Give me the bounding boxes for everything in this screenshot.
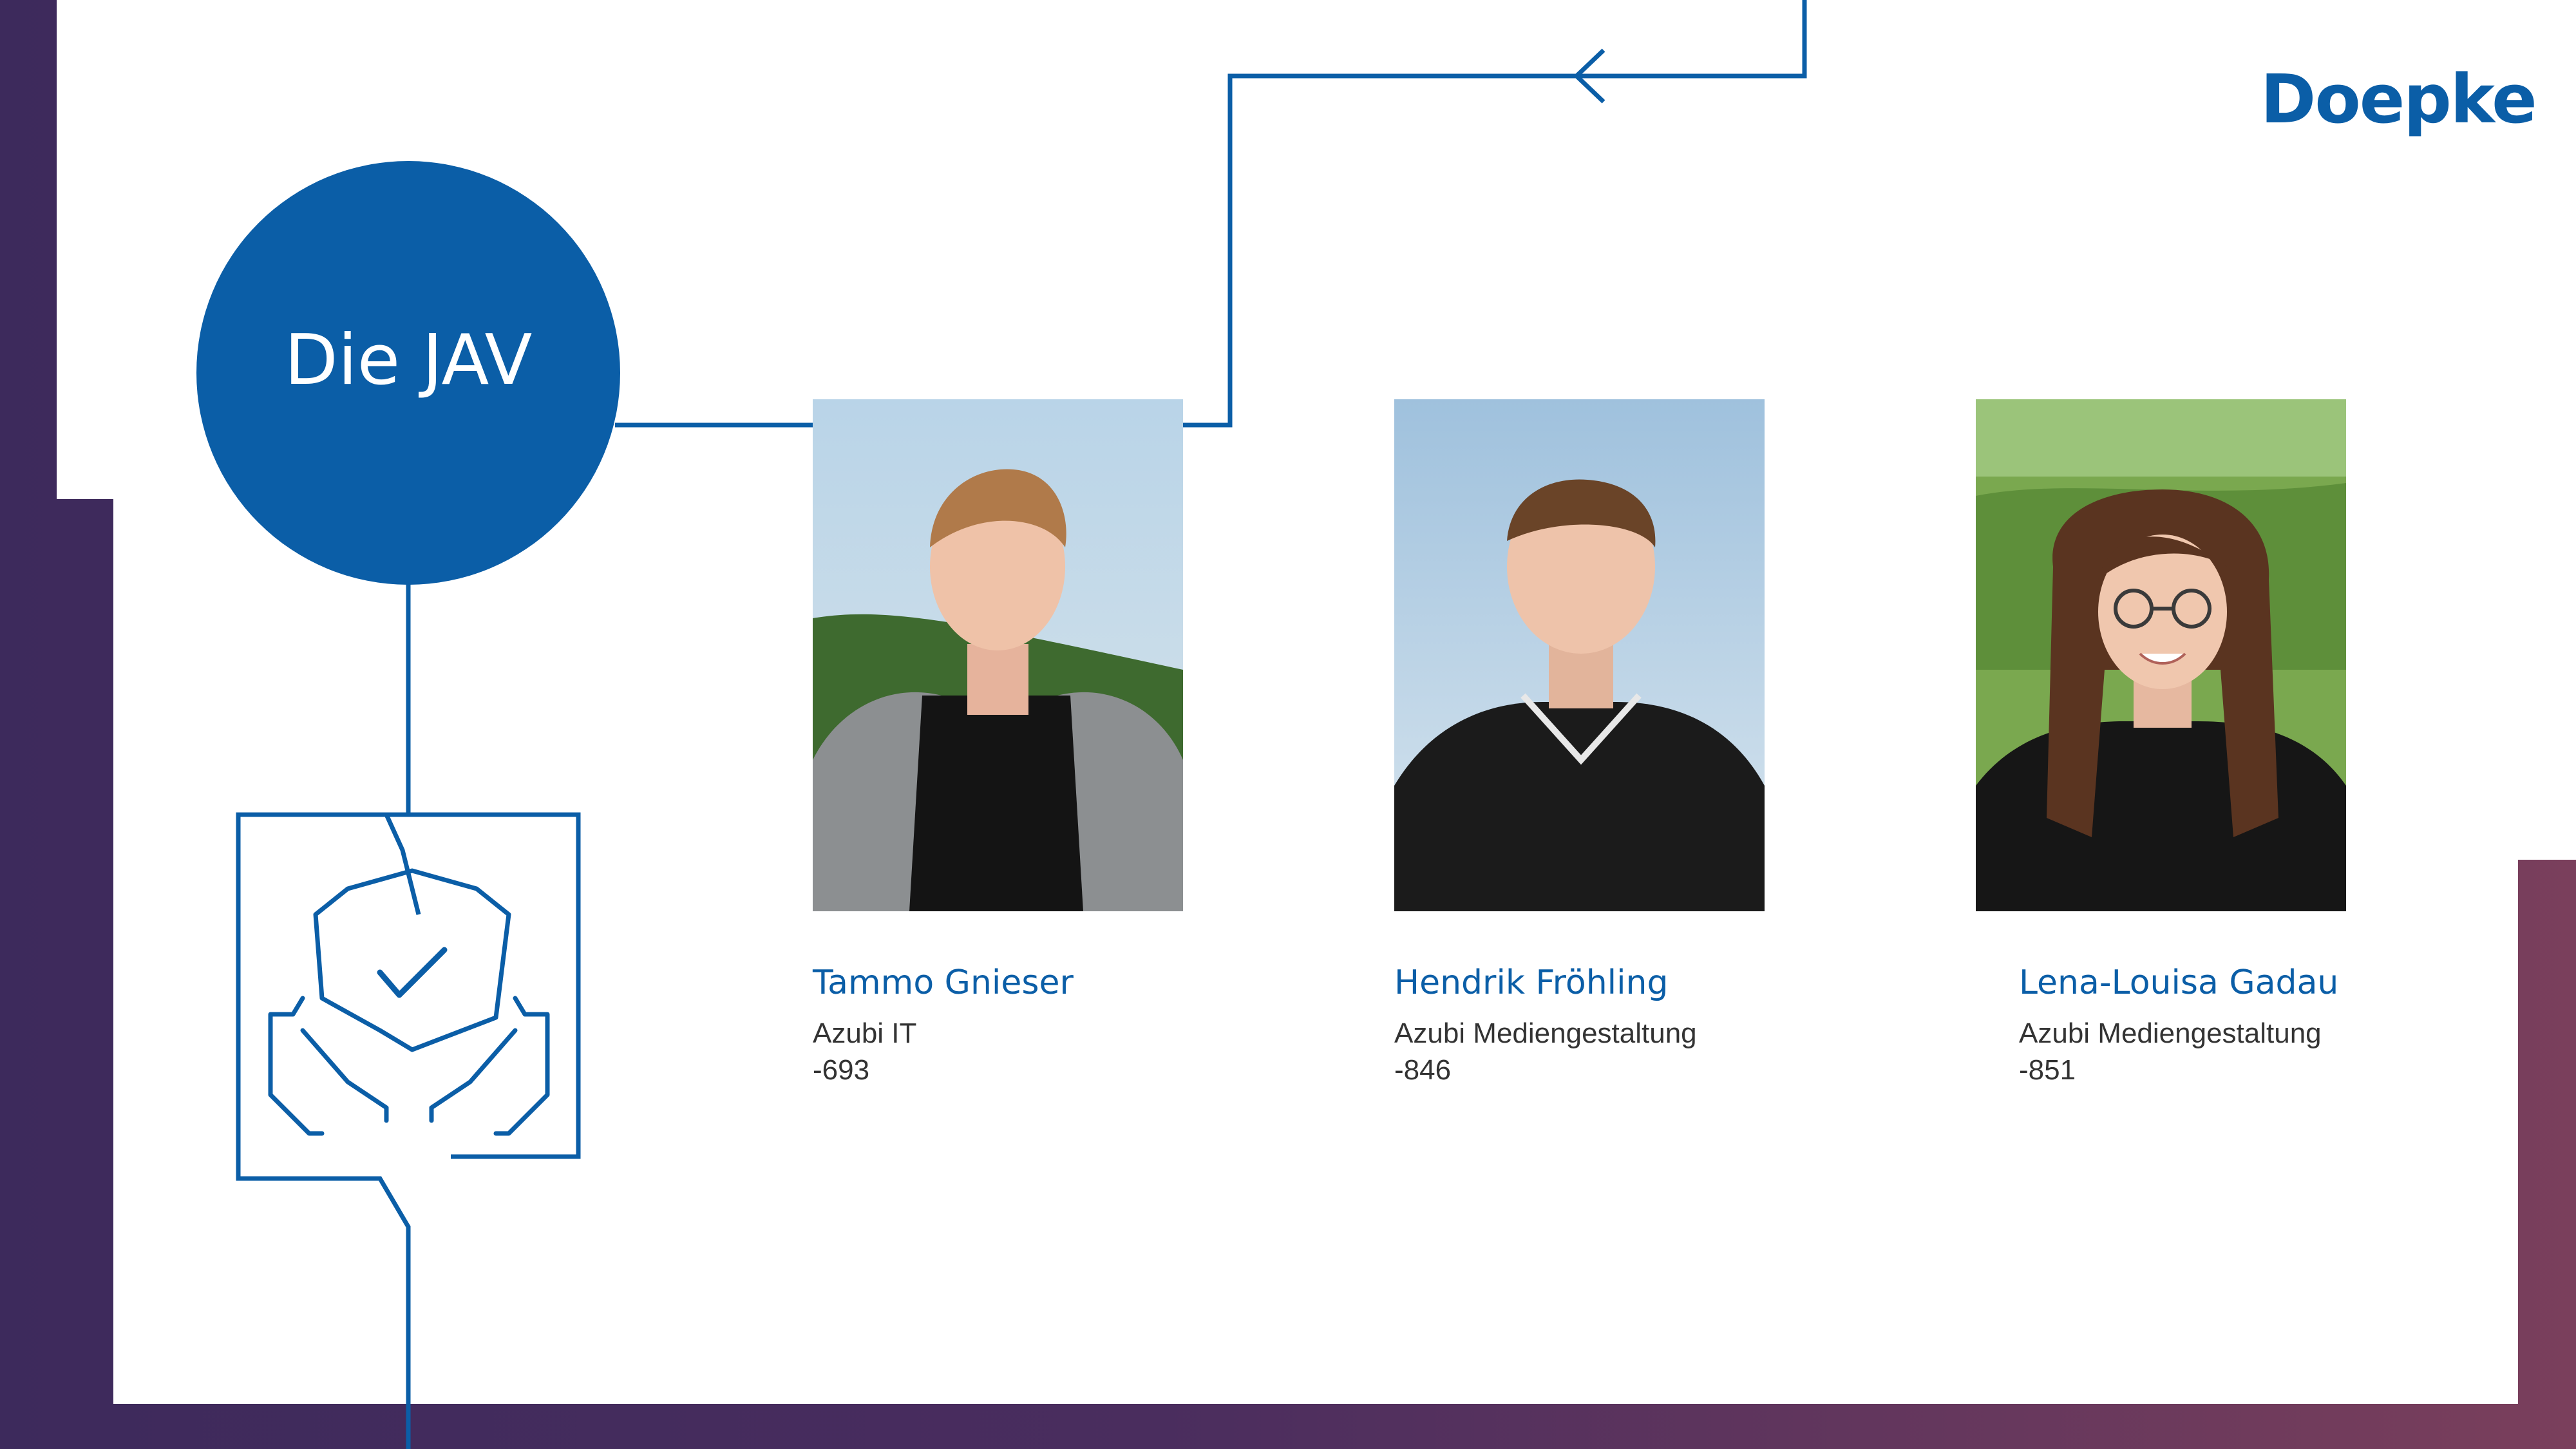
shield-check-hands-icon — [268, 868, 550, 1136]
doepke-logo[interactable]: Doepke — [2260, 66, 2537, 133]
member-role: Azubi Mediengestaltung — [2019, 1018, 2322, 1049]
member-extension: -846 — [1394, 1054, 1452, 1086]
portrait-photo — [813, 399, 1183, 911]
portrait-photo — [1394, 399, 1765, 911]
title-circle: Die JAV — [196, 161, 620, 585]
member-card: Lena-Louisa Gadau Azubi Mediengestaltung… — [2019, 966, 2338, 1088]
member-card: Tammo Gnieser Azubi IT -693 — [813, 966, 1074, 1088]
member-role: Azubi IT — [813, 1018, 917, 1049]
member-name: Tammo Gnieser — [813, 963, 1074, 1002]
member-role: Azubi Mediengestaltung — [1394, 1018, 1697, 1049]
page-title: Die JAV — [284, 319, 533, 401]
portrait-photo — [1976, 399, 2346, 911]
member-name: Hendrik Fröhling — [1394, 963, 1669, 1002]
connector-line-top — [1182, 0, 1807, 428]
member-card: Hendrik Fröhling Azubi Mediengestaltung … — [1394, 966, 1697, 1088]
member-name: Lena-Louisa Gadau — [2019, 963, 2339, 1002]
member-extension: -851 — [2019, 1054, 2076, 1086]
member-extension: -693 — [813, 1054, 870, 1086]
